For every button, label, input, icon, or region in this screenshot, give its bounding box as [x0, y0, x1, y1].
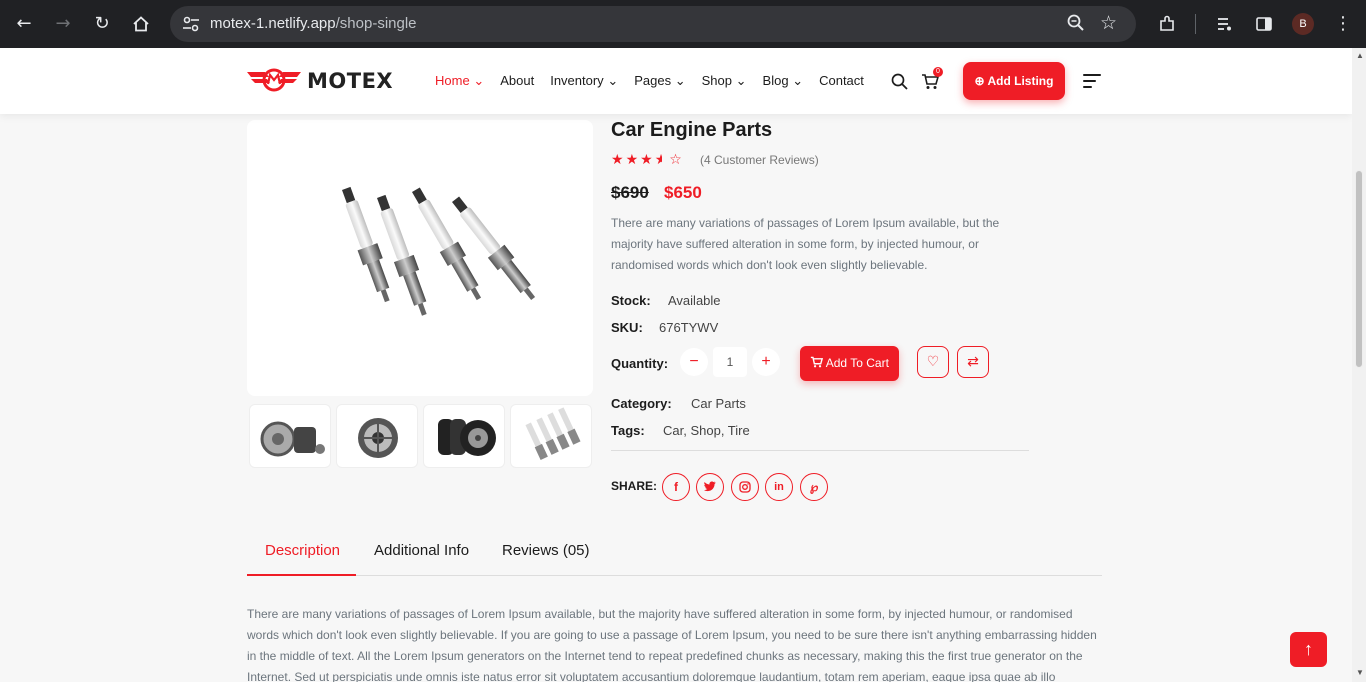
category-label: Category: — [611, 396, 672, 411]
old-price: $690 — [611, 183, 649, 202]
new-price: $650 — [664, 183, 702, 202]
thumbnail-brake-parts[interactable] — [249, 404, 331, 468]
cart-icon — [810, 356, 824, 368]
menu-item-pages[interactable]: Pages ⌄ — [634, 73, 685, 89]
stock-label: Stock: — [611, 293, 651, 308]
menu-item-home[interactable]: Home ⌄ — [435, 73, 484, 89]
page-scrollbar[interactable]: ▲ ▼ — [1352, 48, 1366, 682]
sku-label: SKU: — [611, 320, 643, 335]
zoom-icon[interactable] — [1066, 13, 1086, 33]
divider — [611, 450, 1029, 451]
share-label: SHARE: — [611, 479, 658, 493]
active-tab-indicator — [247, 574, 356, 576]
cart-count-badge: 0 — [933, 67, 943, 77]
compare-icon[interactable]: ⇄ — [957, 346, 989, 378]
brake-parts-image — [260, 421, 325, 457]
spark-plugs-image — [525, 407, 581, 460]
wishlist-heart-icon[interactable]: ♡ — [917, 346, 949, 378]
product-tabs: Description Additional Info Reviews (05) — [247, 530, 1102, 576]
site-settings-icon[interactable] — [182, 15, 200, 33]
forward-icon[interactable]: → — [51, 12, 75, 36]
reviews-count[interactable]: (4 Customer Reviews) — [700, 153, 819, 167]
profile-avatar[interactable]: B — [1292, 13, 1314, 35]
tags-label: Tags: — [611, 423, 645, 438]
star-half-icon: ★ — [654, 152, 670, 168]
rating-stars: ★★★★☆ — [611, 152, 684, 168]
chevron-down-icon: ⌄ — [674, 73, 686, 88]
side-panel-icon[interactable] — [1252, 12, 1276, 36]
plus-circle-icon: ⊕ — [974, 74, 985, 88]
quantity-increase-button[interactable]: + — [752, 348, 780, 376]
spark-plugs-image — [342, 186, 536, 316]
product-main-image — [247, 120, 593, 396]
category-value[interactable]: Car Parts — [691, 396, 746, 411]
brand-name: MOTEX — [307, 69, 394, 93]
product-long-description: There are many variations of passages of… — [247, 607, 1097, 682]
menu-item-blog[interactable]: Blog ⌄ — [763, 73, 804, 89]
back-icon[interactable]: ← — [12, 12, 36, 36]
star-empty-icon: ☆ — [669, 152, 684, 168]
stock-value: Available — [668, 293, 721, 308]
scrollbar-thumb[interactable] — [1355, 170, 1363, 368]
browser-toolbar: ← → ↻ motex-1.netlify.app/shop-single ☆ … — [0, 0, 1366, 48]
home-icon[interactable] — [129, 12, 153, 36]
browser-menu-icon[interactable]: ⋮ — [1331, 12, 1355, 36]
pinterest-icon[interactable]: ℘ — [800, 473, 828, 501]
arrow-up-icon: ↑ — [1304, 639, 1313, 659]
media-playlist-icon[interactable] — [1213, 12, 1237, 36]
menu-item-contact[interactable]: Contact — [819, 73, 864, 89]
bookmark-star-icon[interactable]: ☆ — [1100, 12, 1117, 34]
site-header: MOTEX Home ⌄ About Inventory ⌄ Pages ⌄ S… — [0, 48, 1352, 114]
search-icon[interactable] — [891, 73, 908, 90]
twitter-icon[interactable] — [696, 473, 724, 501]
tab-description[interactable]: Description — [265, 542, 340, 559]
url-host: motex-1.netlify.app — [210, 15, 336, 32]
menu-item-inventory[interactable]: Inventory ⌄ — [550, 73, 618, 89]
menu-item-shop[interactable]: Shop ⌄ — [702, 73, 747, 89]
tags-value[interactable]: Car, Shop, Tire — [663, 423, 750, 438]
hamburger-menu-icon[interactable] — [1083, 74, 1101, 92]
quantity-decrease-button[interactable]: − — [680, 348, 708, 376]
facebook-icon[interactable]: f — [662, 473, 690, 501]
brand-logo[interactable]: MOTEX — [247, 68, 393, 94]
thumbnail-tires[interactable] — [423, 404, 505, 468]
quantity-input[interactable]: 1 — [713, 347, 747, 377]
chevron-down-icon: ⌄ — [792, 73, 804, 88]
url-path: /shop-single — [335, 15, 417, 32]
scroll-up-arrow-icon[interactable]: ▲ — [1356, 51, 1364, 60]
tires-image — [438, 419, 496, 456]
address-bar[interactable]: motex-1.netlify.app/shop-single ☆ — [170, 6, 1136, 42]
menu-item-about[interactable]: About — [500, 73, 534, 89]
chevron-down-icon: ⌄ — [607, 73, 619, 88]
thumbnail-spark-plugs[interactable] — [510, 404, 592, 468]
star-full-icon: ★ — [611, 152, 626, 168]
scroll-to-top-button[interactable]: ↑ — [1290, 632, 1327, 667]
add-to-cart-button[interactable]: Add To Cart — [800, 346, 899, 381]
linkedin-icon[interactable]: in — [765, 473, 793, 501]
instagram-icon[interactable] — [731, 473, 759, 501]
toolbar-separator — [1195, 14, 1196, 34]
scroll-down-arrow-icon[interactable]: ▼ — [1356, 668, 1364, 677]
main-menu: Home ⌄ About Inventory ⌄ Pages ⌄ Shop ⌄ … — [435, 73, 864, 89]
chevron-down-icon: ⌄ — [735, 73, 747, 88]
sku-value: 676TYWV — [659, 320, 719, 335]
extensions-icon[interactable] — [1155, 12, 1179, 36]
product-title: Car Engine Parts — [611, 119, 773, 141]
add-listing-button[interactable]: ⊕ Add Listing — [963, 62, 1065, 100]
tab-reviews[interactable]: Reviews (05) — [502, 542, 590, 559]
quantity-label: Quantity: — [611, 356, 669, 371]
chevron-down-icon: ⌄ — [473, 73, 485, 88]
star-full-icon: ★ — [625, 152, 641, 168]
logo-wing-icon — [247, 68, 301, 92]
url-text[interactable]: motex-1.netlify.app/shop-single — [210, 6, 417, 42]
alternator-image — [358, 418, 398, 458]
tab-additional-info[interactable]: Additional Info — [374, 542, 469, 559]
product-short-description: There are many variations of passages of… — [611, 216, 1000, 272]
web-page: MOTEX Home ⌄ About Inventory ⌄ Pages ⌄ S… — [0, 48, 1352, 682]
reload-icon[interactable]: ↻ — [90, 12, 114, 36]
thumbnail-alternator[interactable] — [336, 404, 418, 468]
star-full-icon: ★ — [640, 152, 655, 168]
